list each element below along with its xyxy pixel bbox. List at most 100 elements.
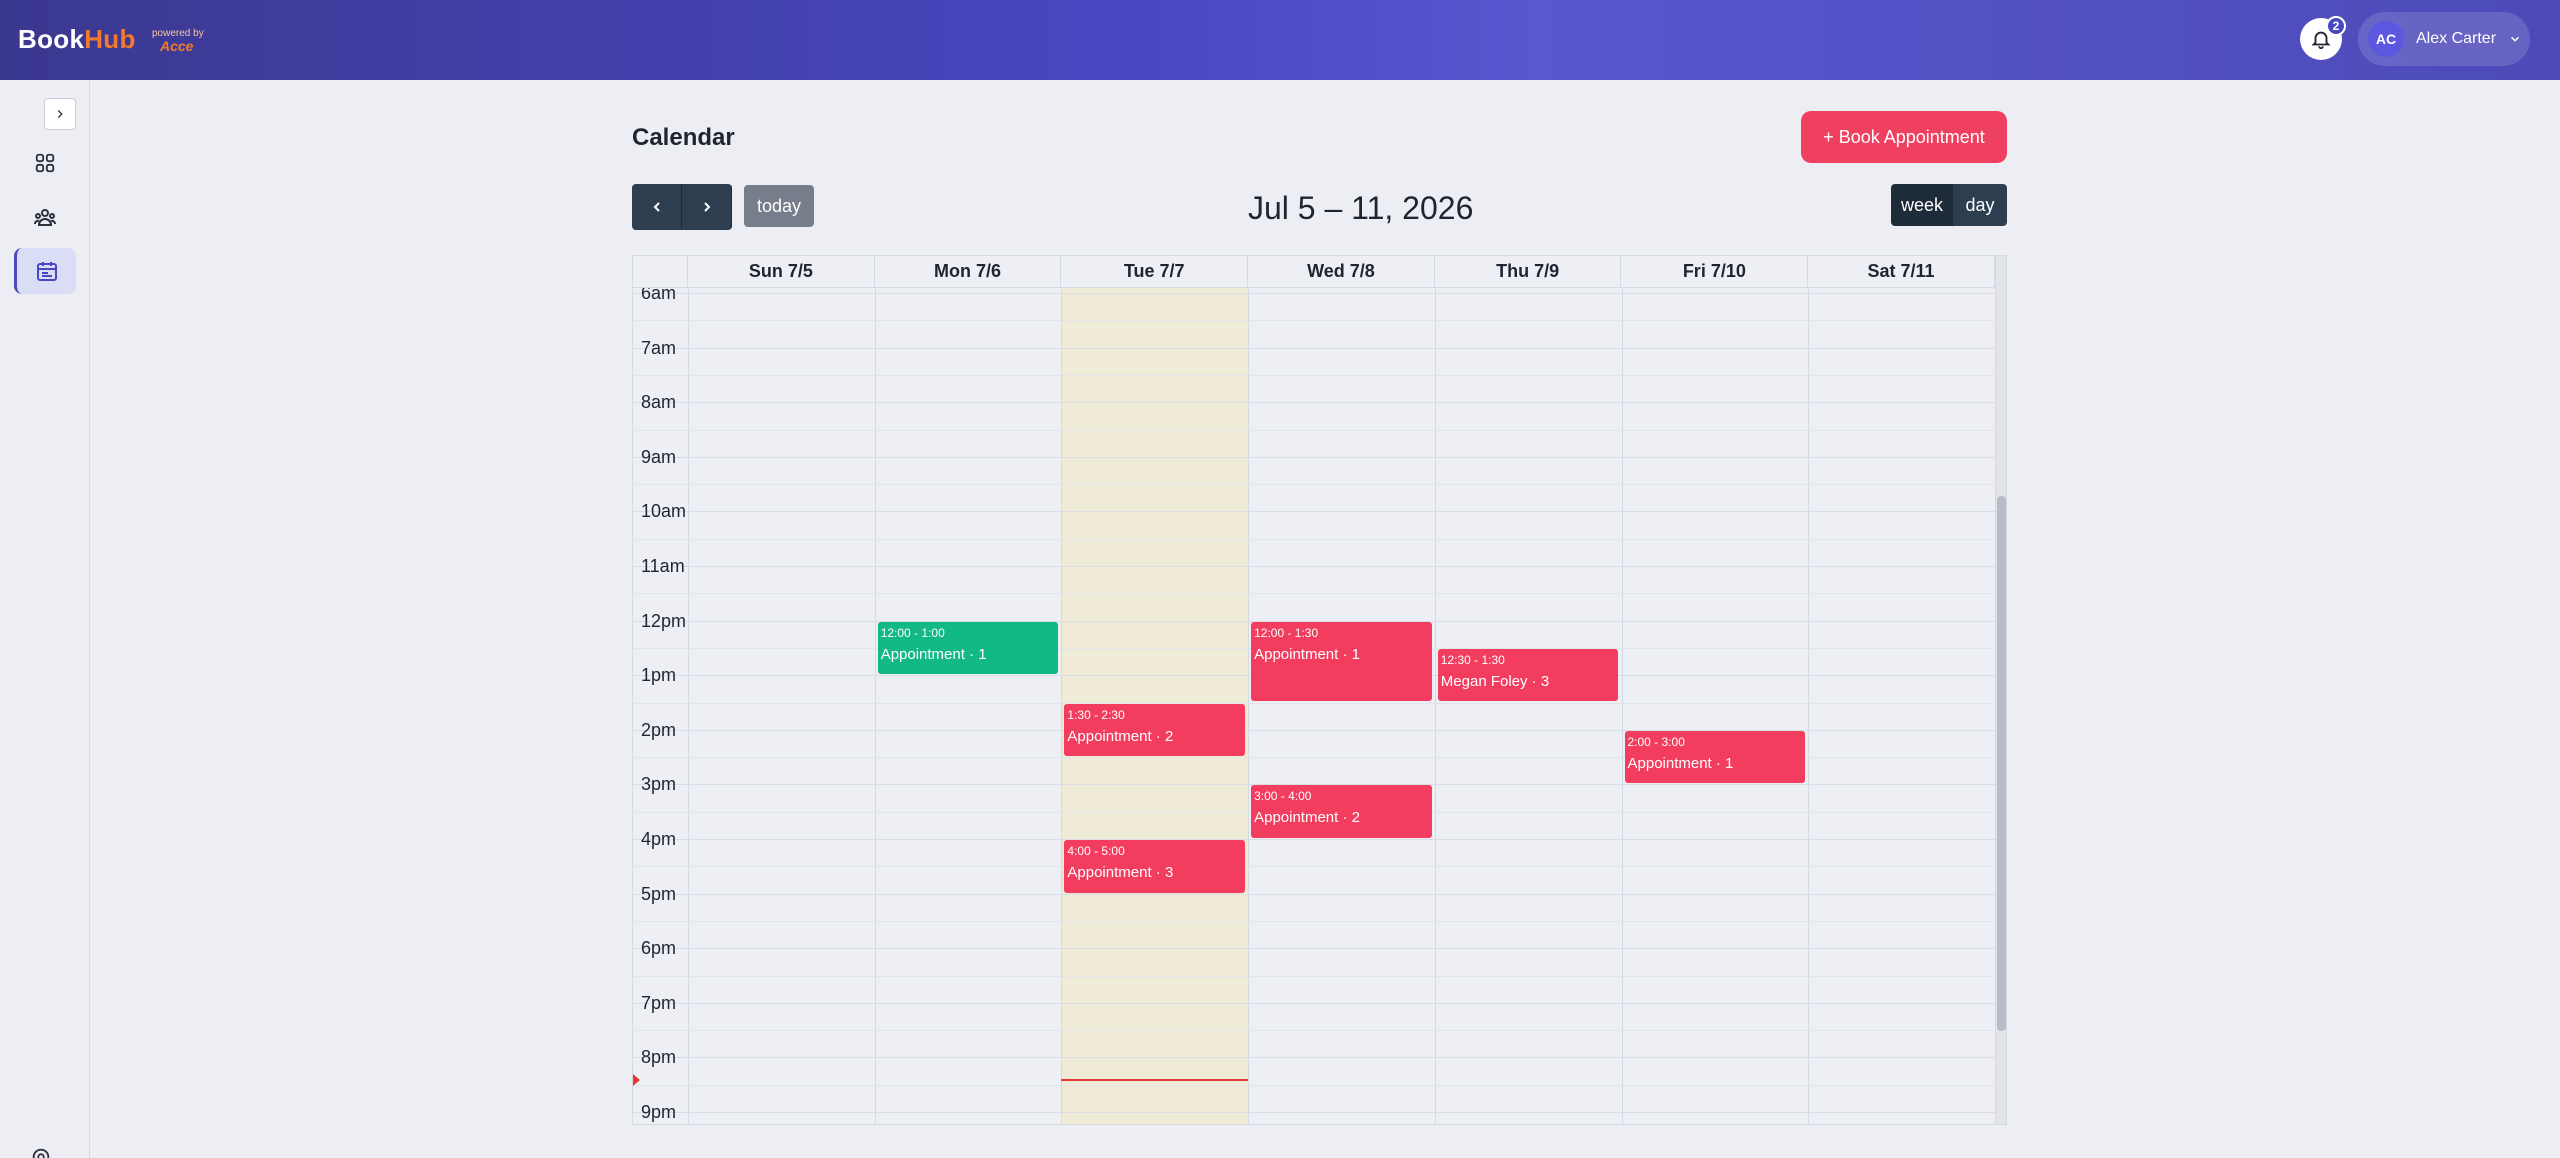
notification-badge: 2	[2326, 16, 2346, 36]
column-divider	[688, 256, 689, 1124]
chevron-right-icon	[703, 202, 710, 212]
event-title: Appointment · 2	[1067, 727, 1174, 745]
brand-mark: Acce	[160, 38, 194, 54]
event-time: 12:30 - 1:30	[1440, 652, 1505, 667]
half-hour-line	[633, 429, 1996, 431]
brand-accent: Hub	[84, 24, 136, 54]
appointment-event[interactable]: 12:00 - 1:30 Appointment · 1	[1251, 621, 1432, 702]
half-hour-line	[633, 374, 1996, 376]
calendar-nav	[632, 184, 732, 230]
time-label: 2pm	[641, 719, 677, 740]
time-label: 6pm	[641, 938, 677, 959]
event-title: Megan Foley · 3	[1440, 672, 1550, 690]
calendar-scrollbar-thumb[interactable]	[1997, 496, 2006, 1031]
hour-line	[633, 293, 1996, 294]
sidebar-item-calendar[interactable]	[14, 248, 76, 294]
time-label: 4pm	[641, 829, 677, 849]
sidebar-item-settings[interactable]	[30, 1146, 52, 1158]
half-hour-line	[633, 593, 1996, 595]
event-time: 3:00 - 4:00	[1254, 789, 1312, 804]
week-view-button[interactable]: week	[1891, 184, 1953, 226]
time-label: 7pm	[641, 992, 677, 1013]
day-header[interactable]: Sat 7/11	[1808, 256, 1995, 288]
event-time: 1:30 - 2:30	[1067, 707, 1125, 722]
brand-main: Book	[18, 24, 85, 54]
next-button[interactable]	[682, 184, 732, 230]
avatar: AC	[2368, 21, 2404, 57]
hour-line	[633, 402, 1996, 404]
day-header[interactable]: Mon 7/6	[874, 256, 1062, 288]
user-menu[interactable]: AC Alex Carter	[2358, 12, 2530, 66]
day-header[interactable]: Sun 7/5	[688, 256, 875, 288]
hour-line	[633, 839, 1996, 840]
column-divider	[1434, 256, 1436, 1124]
time-label: 9am	[641, 446, 677, 467]
top-header: BookHub powered by Acce 2 AC Alex Carter	[0, 0, 2560, 80]
appointment-event[interactable]: 12:30 - 1:30 Megan Foley · 3	[1437, 648, 1619, 702]
brand-logo[interactable]: BookHub	[18, 24, 136, 55]
hour-line	[633, 1002, 1996, 1004]
event-time: 2:00 - 3:00	[1627, 734, 1685, 749]
day-header[interactable]: Wed 7/8	[1248, 256, 1435, 288]
half-hour-line	[633, 538, 1996, 540]
event-title: Appointment · 3	[1067, 864, 1174, 881]
column-divider	[1061, 256, 1063, 1124]
event-title: Appointment · 1	[1254, 645, 1360, 663]
time-label: 9pm	[641, 1102, 677, 1122]
half-hour-line	[633, 866, 1996, 868]
appointment-event[interactable]: 3:00 - 4:00 Appointment · 2	[1251, 785, 1432, 838]
sidebar-toggle-button[interactable]	[44, 98, 76, 130]
appointment-event[interactable]: 4:00 - 5:00 Appointment · 3	[1064, 840, 1246, 893]
current-time-arrow	[633, 1074, 640, 1087]
axis-corner	[633, 256, 688, 288]
half-hour-line	[633, 975, 1996, 977]
day-header[interactable]: Fri 7/10	[1621, 256, 1809, 288]
time-label: 10am	[641, 501, 687, 522]
appointment-event[interactable]: 12:00 - 1:00 Appointment · 1	[877, 621, 1059, 675]
day-header[interactable]: Tue 7/7	[1061, 256, 1249, 288]
hour-line	[633, 948, 1996, 950]
time-label: 8am	[641, 392, 677, 413]
hour-line	[633, 1057, 1996, 1059]
day-view-button[interactable]: day	[1953, 184, 2007, 226]
event-time: 12:00 - 1:30	[1254, 625, 1319, 640]
event-time: 4:00 - 5:00	[1067, 844, 1125, 858]
book-appointment-button[interactable]: + Book Appointment	[1801, 111, 2007, 163]
half-hour-line	[633, 320, 1996, 322]
today-button[interactable]: today	[744, 185, 814, 227]
sidebar	[0, 80, 90, 1158]
time-label: 7am	[641, 337, 677, 358]
sidebar-item-customers[interactable]	[14, 194, 76, 240]
half-hour-line	[633, 702, 1996, 704]
time-label: 12pm	[641, 610, 687, 631]
hour-line	[633, 1112, 1996, 1113]
grid-icon	[35, 153, 55, 173]
week-calendar: 6am 7am 8am 9am 10am 11am 12pm 1pm 2pm 3pm 4pm 5pm 6…	[632, 255, 2007, 1125]
time-label: 1pm	[641, 665, 677, 686]
column-divider	[1621, 256, 1623, 1124]
sidebar-item-dashboard[interactable]	[14, 140, 76, 186]
appointment-event[interactable]: 2:00 - 3:00 Appointment · 1	[1624, 730, 1806, 784]
column-divider	[874, 256, 876, 1124]
half-hour-line	[633, 1084, 1996, 1086]
prev-button[interactable]	[632, 184, 682, 230]
event-title: Appointment · 1	[1627, 754, 1734, 772]
time-label: 11am	[641, 556, 685, 576]
chevron-left-icon	[653, 202, 660, 212]
calendar-icon	[36, 262, 57, 281]
current-time-line	[1061, 1079, 1249, 1082]
day-header[interactable]: Thu 7/9	[1434, 256, 1622, 288]
hour-line	[633, 347, 1996, 349]
time-label: 8pm	[641, 1047, 677, 1068]
chevron-right-icon	[57, 109, 63, 119]
appointment-event[interactable]: 1:30 - 2:30 Appointment · 2	[1064, 703, 1246, 757]
user-name: Alex Carter	[2416, 30, 2497, 47]
half-hour-line	[633, 920, 1996, 922]
half-hour-line	[633, 484, 1996, 486]
column-divider	[1808, 256, 1810, 1124]
hour-line	[633, 893, 1996, 895]
chevron-down-icon	[2511, 36, 2520, 42]
event-title: Appointment · 2	[1254, 809, 1360, 827]
event-title: Appointment · 1	[880, 645, 987, 663]
column-divider	[1248, 256, 1250, 1124]
